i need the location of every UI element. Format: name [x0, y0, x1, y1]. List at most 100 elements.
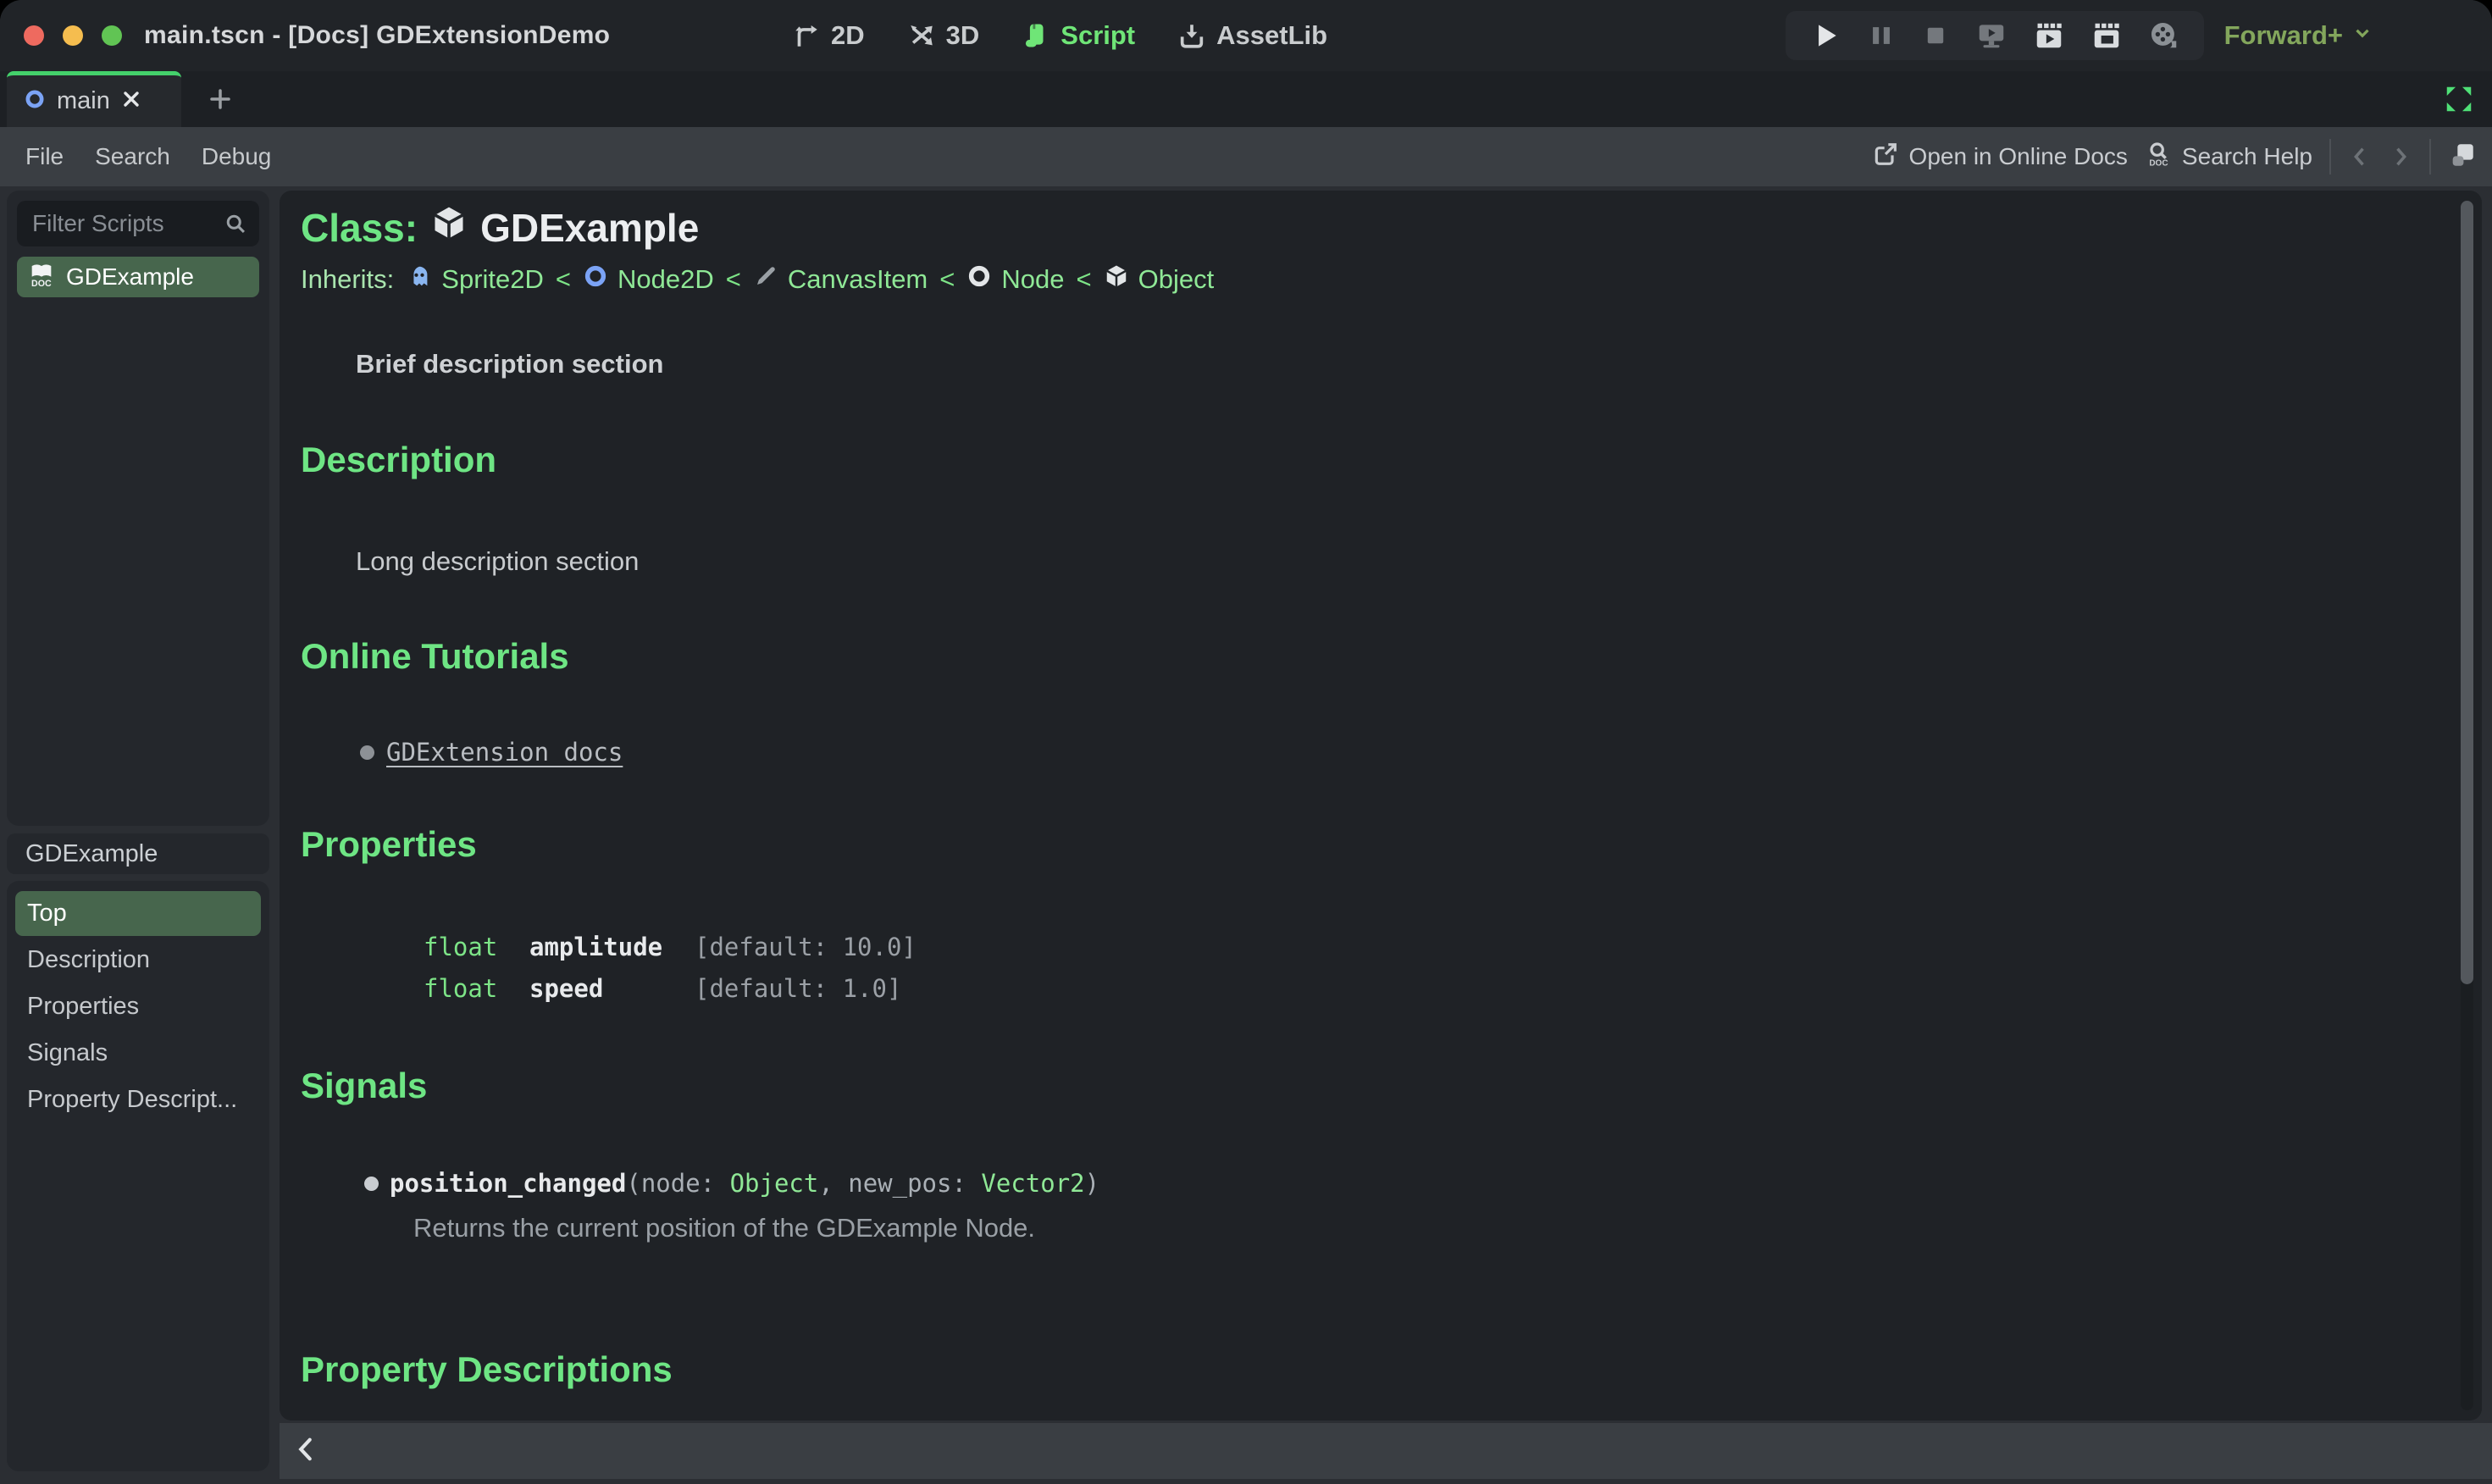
members-panel: Top Description Properties Signals Prope…	[7, 881, 269, 1471]
property-descriptions-heading: Property Descriptions	[301, 1349, 673, 1389]
scene-tab-main[interactable]: main	[7, 71, 181, 127]
stop-button[interactable]	[1921, 21, 1950, 50]
object-icon	[430, 204, 468, 251]
workspace-script-button[interactable]: Script	[1022, 20, 1135, 51]
inherits-link-node2d[interactable]: Node2D	[617, 264, 714, 295]
scrollbar[interactable]	[2461, 201, 2473, 1410]
movie-maker-button[interactable]	[2148, 19, 2180, 52]
menu-items: File Search Debug	[0, 143, 271, 170]
bullet-icon	[360, 745, 374, 760]
close-icon[interactable]	[121, 89, 141, 114]
history-back-button[interactable]	[2348, 145, 2372, 169]
section-item-description[interactable]: Description	[15, 938, 261, 983]
zoom-window-button[interactable]	[102, 25, 122, 46]
class-name-box: GDExample	[7, 833, 269, 874]
doc-book-icon: DOC	[28, 261, 55, 294]
inherits-row: Inherits: Sprite2D < Node2D < CanvasItem…	[301, 263, 1215, 296]
menu-right-tools: Open in Online Docs DOC Search Help	[1872, 127, 2477, 186]
collapse-left-icon[interactable]	[291, 1434, 322, 1469]
workspace-2d-button[interactable]: 2D	[792, 20, 865, 51]
property-row[interactable]: float speed [default: 1.0]	[280, 974, 2482, 1008]
search-icon	[224, 212, 247, 240]
workspace-switcher: 2D 3D Script AssetLib	[792, 0, 1327, 71]
tutorial-link[interactable]: GDExtension docs	[386, 738, 623, 767]
search-help-button[interactable]: DOC Search Help	[2145, 141, 2312, 174]
traffic-lights	[24, 25, 122, 46]
signal-description: Returns the current position of the GDEx…	[413, 1213, 1036, 1243]
script-item-label: GDExample	[66, 263, 194, 290]
svg-text:DOC: DOC	[2149, 158, 2168, 168]
godot-editor-window: main.tscn - [Docs] GDExtensionDemo 2D 3D…	[0, 0, 2492, 1484]
renderer-chevron-icon	[2351, 20, 2373, 51]
play-custom-scene-button[interactable]	[2091, 19, 2123, 52]
search-help-icon: DOC	[2145, 141, 2172, 174]
property-type[interactable]: float	[424, 933, 497, 961]
inherits-link-canvasitem[interactable]: CanvasItem	[788, 264, 928, 295]
minimize-window-button[interactable]	[63, 25, 83, 46]
title-bar: main.tscn - [Docs] GDExtensionDemo 2D 3D…	[0, 0, 2492, 71]
play-button[interactable]	[1809, 19, 1841, 52]
description-heading: Description	[301, 440, 497, 479]
inherits-link-sprite2d[interactable]: Sprite2D	[441, 264, 544, 295]
node2d-icon	[583, 263, 608, 296]
section-item-top[interactable]: Top	[15, 891, 261, 936]
menu-separator	[2329, 139, 2331, 174]
section-item-signals[interactable]: Signals	[15, 1031, 261, 1076]
menu-separator	[2429, 139, 2431, 174]
inherits-link-node[interactable]: Node	[1001, 264, 1064, 295]
properties-heading: Properties	[301, 824, 477, 864]
close-window-button[interactable]	[24, 25, 44, 46]
expand-icon[interactable]	[2443, 71, 2475, 127]
script-icon	[1022, 21, 1050, 50]
bottom-panel-bar	[280, 1423, 2492, 1479]
class-heading: Class: GDExample	[301, 204, 699, 251]
signals-heading: Signals	[301, 1066, 428, 1105]
class-heading-label: Class:	[301, 205, 418, 250]
history-forward-button[interactable]	[2389, 145, 2412, 169]
property-type[interactable]: float	[424, 974, 497, 1003]
section-item-properties[interactable]: Properties	[15, 984, 261, 1029]
tutorials-heading: Online Tutorials	[301, 636, 569, 676]
property-name[interactable]: amplitude	[529, 933, 662, 961]
playback-pill	[1785, 11, 2204, 60]
property-name[interactable]: speed	[529, 974, 603, 1003]
node-icon	[966, 263, 992, 296]
class-heading-name: GDExample	[480, 205, 700, 250]
assetlib-icon	[1177, 21, 1206, 50]
renderer-label: Forward+	[2223, 20, 2343, 50]
filter-scripts-box	[17, 201, 380, 246]
open-online-docs-button[interactable]: Open in Online Docs	[1872, 141, 2128, 174]
long-description: Long description section	[356, 546, 640, 576]
play-movie-button[interactable]	[2033, 19, 2065, 52]
scene-tab-bar: main	[0, 71, 2492, 127]
scrollbar-thumb[interactable]	[2461, 201, 2473, 984]
panel-toggle-icon[interactable]	[2448, 141, 2477, 174]
add-scene-tab-button[interactable]	[197, 71, 244, 127]
workspace-3d-button[interactable]: 3D	[907, 20, 979, 51]
playback-controls: Forward+	[1785, 0, 2373, 71]
scripts-panel: DOC GDExample	[7, 191, 380, 826]
window-title: main.tscn - [Docs] GDExtensionDemo	[144, 21, 611, 49]
signal-arg-type-link[interactable]: Vector2	[981, 1169, 1084, 1198]
menu-debug[interactable]: Debug	[202, 143, 272, 170]
property-row[interactable]: float amplitude [default: 10.0]	[280, 933, 2482, 966]
workspace-3d-icon	[907, 21, 936, 50]
signal-row: position_changed(node: Object, new_pos: …	[364, 1169, 1099, 1198]
node2d-icon	[24, 88, 46, 114]
brief-description: Brief description section	[356, 349, 664, 379]
property-default: [default: 10.0]	[695, 933, 917, 961]
play-scene-button[interactable]	[1975, 19, 2007, 52]
renderer-selector[interactable]: Forward+	[2224, 20, 2373, 51]
workspace-assetlib-button[interactable]: AssetLib	[1177, 20, 1327, 51]
main-area: DOC GDExample GDExample Top Description …	[0, 186, 2492, 1484]
pause-button[interactable]	[1867, 21, 1896, 50]
canvasitem-icon	[753, 263, 778, 296]
inherits-link-object[interactable]: Object	[1138, 264, 1215, 295]
property-default: [default: 1.0]	[695, 974, 902, 1003]
section-item-property-descriptions[interactable]: Property Descript...	[15, 1077, 261, 1122]
menu-search[interactable]: Search	[95, 143, 170, 170]
signal-name: position_changed	[390, 1169, 627, 1198]
script-list-item-gdexample[interactable]: DOC GDExample	[17, 257, 259, 297]
signal-arg-type-link[interactable]: Object	[730, 1169, 819, 1198]
menu-file[interactable]: File	[25, 143, 64, 170]
